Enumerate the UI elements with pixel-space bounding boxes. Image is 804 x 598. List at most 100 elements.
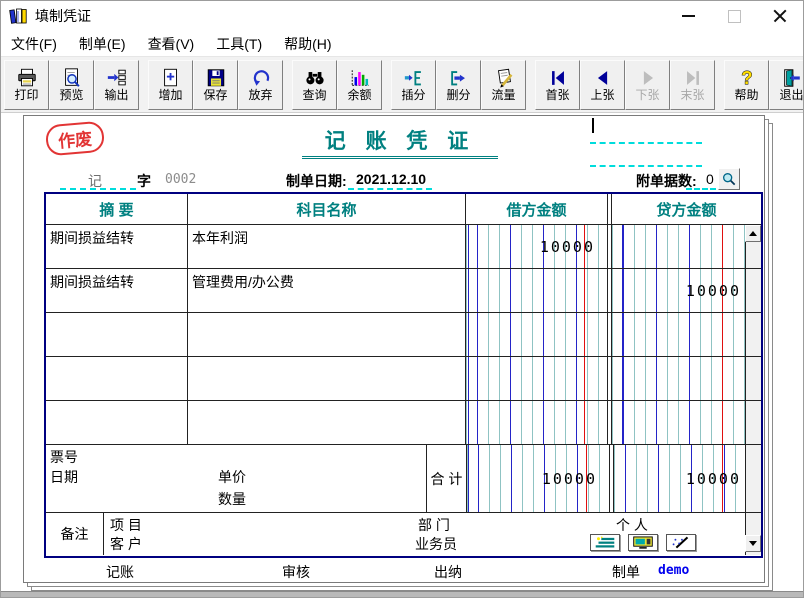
summary-cell[interactable]: 期间损益结转 <box>46 269 187 312</box>
date-line[interactable] <box>348 188 432 190</box>
save-icon <box>207 69 224 87</box>
monitor-icon <box>633 536 653 549</box>
summary-cell[interactable] <box>46 401 187 444</box>
help-button[interactable]: ? 帮助 <box>724 59 769 110</box>
credit-cell[interactable] <box>612 357 745 400</box>
export-button[interactable]: 输出 <box>94 59 139 110</box>
menu-bar: 文件(F) 制单(E) 查看(V) 工具(T) 帮助(H) <box>1 31 803 57</box>
app-ledger-icon <box>9 8 27 24</box>
voucher-number[interactable]: 0002 <box>165 172 196 187</box>
table-row: 期间损益结转 本年利润 10000 <box>46 225 761 269</box>
menu-tools[interactable]: 工具(T) <box>216 34 262 54</box>
abandon-label: 放弃 <box>248 88 273 102</box>
work-area: 作废 记 账 凭 证 记 字 0002 制单日期: 2021.12.10 附单据… <box>1 113 803 597</box>
summary-cell[interactable] <box>46 313 187 356</box>
wand-tool-button[interactable] <box>666 534 696 551</box>
window-title: 填制凭证 <box>35 8 91 24</box>
input-line-1[interactable] <box>590 142 702 144</box>
scroll-up-button[interactable] <box>745 225 761 242</box>
credit-cell[interactable] <box>612 401 745 444</box>
scroll-down-button[interactable] <box>745 535 761 552</box>
menu-file[interactable]: 文件(F) <box>11 34 57 54</box>
balance-chart-icon <box>351 70 369 86</box>
last-page-icon <box>686 71 699 85</box>
preview-button[interactable]: 预览 <box>49 59 94 110</box>
save-label: 保存 <box>203 88 228 102</box>
maximize-button[interactable] <box>711 1 757 31</box>
credit-cell[interactable] <box>612 313 745 356</box>
salesman-label[interactable]: 业务员 <box>415 534 457 554</box>
total-credit-cell: 10000 <box>614 445 745 512</box>
balance-button[interactable]: 余额 <box>337 59 382 110</box>
menu-view[interactable]: 查看(V) <box>148 34 195 54</box>
undo-icon <box>253 70 269 86</box>
preview-icon <box>64 68 80 87</box>
account-cell[interactable] <box>187 357 465 400</box>
minimize-icon <box>681 15 695 17</box>
scrollbar-track[interactable] <box>745 401 761 444</box>
table-row <box>46 401 761 445</box>
debit-cell[interactable] <box>465 401 607 444</box>
customer-label[interactable]: 客 户 <box>110 534 142 554</box>
magnifier-icon <box>723 173 736 186</box>
close-button[interactable] <box>757 1 803 31</box>
date-value[interactable]: 2021.12.10 <box>356 171 426 187</box>
display-tool-button[interactable] <box>628 534 658 551</box>
search-icon <box>305 72 324 85</box>
summary-cell[interactable]: 期间损益结转 <box>46 225 187 268</box>
prev-page-button[interactable]: 上张 <box>580 59 625 110</box>
delete-entry-button[interactable]: 删分 <box>436 59 481 110</box>
abandon-button[interactable]: 放弃 <box>238 59 283 110</box>
debit-cell[interactable] <box>465 313 607 356</box>
scrollbar-track[interactable] <box>745 269 761 312</box>
save-button[interactable]: 保存 <box>193 59 238 110</box>
person-label[interactable]: 个 人 <box>616 515 648 535</box>
magic-wand-icon <box>672 536 689 549</box>
menu-help[interactable]: 帮助(H) <box>284 34 331 54</box>
add-button[interactable]: 增加 <box>148 59 193 110</box>
minimize-button[interactable] <box>665 1 711 31</box>
credit-cell[interactable]: 10000 <box>612 269 745 312</box>
exit-button[interactable]: 退出 <box>769 59 804 110</box>
voucher-word-line[interactable] <box>60 188 136 190</box>
query-label: 查询 <box>302 88 327 102</box>
cashflow-label: 流量 <box>491 88 516 102</box>
bill-info-cell[interactable]: 票号 日期 单价 数量 <box>46 445 426 512</box>
debit-cell[interactable]: 10000 <box>465 225 607 268</box>
insert-entry-label: 插分 <box>401 88 426 102</box>
attachments-count[interactable]: 0 <box>706 171 714 187</box>
project-tool-button[interactable] <box>590 534 620 551</box>
account-cell[interactable]: 本年利润 <box>187 225 465 268</box>
print-button[interactable]: 打印 <box>4 59 49 110</box>
debit-cell[interactable] <box>465 269 607 312</box>
query-button[interactable]: 查询 <box>292 59 337 110</box>
add-icon <box>163 68 177 87</box>
input-line-2[interactable] <box>590 165 702 167</box>
cashflow-button[interactable]: 流量 <box>481 59 526 110</box>
account-cell[interactable]: 管理费用/办公费 <box>187 269 465 312</box>
scrollbar-track[interactable] <box>745 357 761 400</box>
debit-cell[interactable] <box>465 357 607 400</box>
menu-make-voucher[interactable]: 制单(E) <box>79 34 126 54</box>
arrow-up-icon <box>749 231 757 236</box>
add-label: 增加 <box>158 88 183 102</box>
preview-label: 预览 <box>59 88 84 102</box>
project-label[interactable]: 项 目 <box>110 515 142 535</box>
credit-cell[interactable] <box>612 225 745 268</box>
account-cell[interactable] <box>187 401 465 444</box>
total-debit-cell: 10000 <box>467 445 609 512</box>
department-label[interactable]: 部 门 <box>418 515 450 535</box>
attachments-line[interactable] <box>686 188 716 190</box>
insert-entry-icon <box>404 71 421 86</box>
exit-label: 退出 <box>779 88 804 102</box>
first-page-button[interactable]: 首张 <box>535 59 580 110</box>
account-cell[interactable] <box>187 313 465 356</box>
attachments-lookup-button[interactable] <box>718 168 740 190</box>
remarks-label: 备注 <box>46 513 104 555</box>
summary-cell[interactable] <box>46 357 187 400</box>
last-page-label: 末张 <box>680 88 705 102</box>
insert-entry-button[interactable]: 插分 <box>391 59 436 110</box>
printer-icon <box>17 68 36 87</box>
scrollbar-track[interactable] <box>745 313 761 356</box>
scrollbar-track[interactable] <box>745 445 761 512</box>
